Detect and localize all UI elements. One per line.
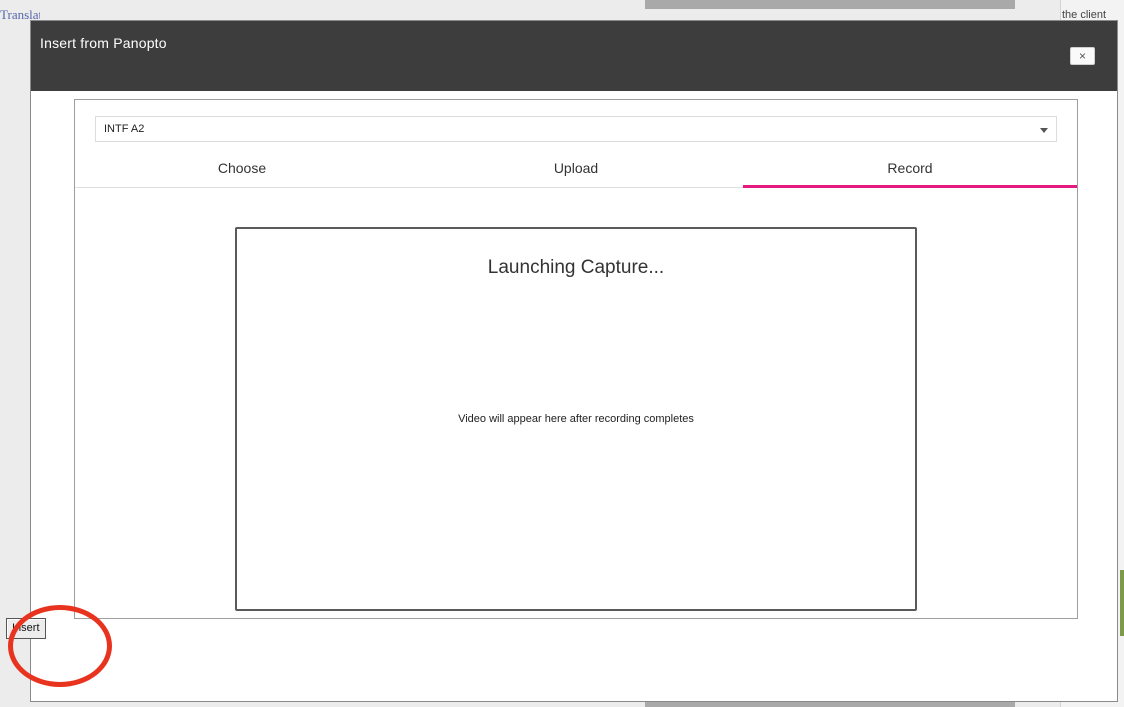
background-image-fragment — [1120, 570, 1124, 636]
panopto-embed-frame: INTF A2 Choose Upload Record Launching C… — [74, 99, 1078, 619]
background-top-bar — [645, 0, 1015, 9]
tab-choose-label: Choose — [217, 160, 267, 176]
insert-button[interactable]: Insert — [6, 618, 46, 639]
insert-from-panopto-dialog: Insert from Panopto × INTF A2 Choose Upl… — [30, 20, 1118, 702]
tab-upload[interactable]: Upload — [409, 148, 743, 188]
close-icon: × — [1078, 49, 1086, 63]
record-placeholder-message: Video will appear here after recording c… — [458, 413, 694, 425]
tab-bar: Choose Upload Record — [75, 148, 1077, 188]
tab-record[interactable]: Record — [743, 148, 1077, 188]
close-button[interactable]: × — [1070, 47, 1095, 65]
tab-upload-label: Upload — [553, 160, 599, 176]
record-status-title: Launching Capture... — [487, 257, 665, 278]
chevron-down-icon — [1040, 128, 1048, 133]
record-preview-box: Launching Capture... Video will appear h… — [235, 227, 917, 611]
dialog-header: Insert from Panopto × — [31, 21, 1117, 91]
tab-record-label: Record — [887, 160, 933, 176]
folder-select-value: INTF A2 — [104, 123, 145, 135]
dialog-title: Insert from Panopto — [40, 35, 167, 51]
tab-choose[interactable]: Choose — [75, 148, 409, 188]
folder-select[interactable]: INTF A2 — [95, 116, 1057, 142]
